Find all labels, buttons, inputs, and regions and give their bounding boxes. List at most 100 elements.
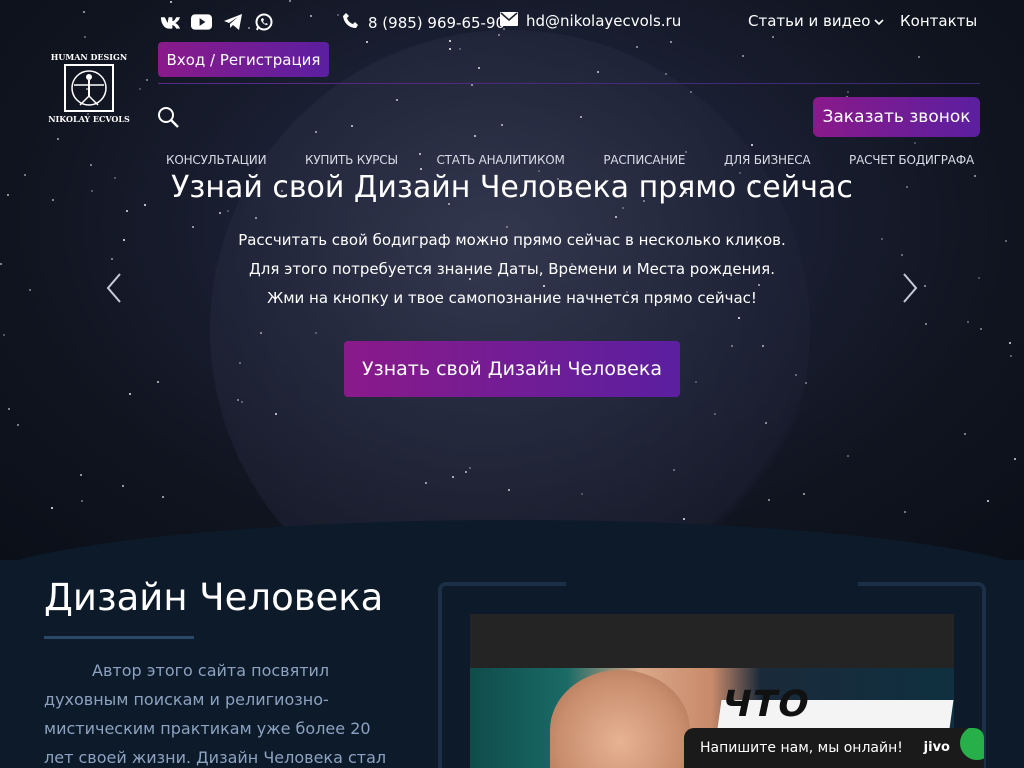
star xyxy=(227,210,229,212)
star xyxy=(795,374,797,376)
site-logo[interactable]: HUMAN DESIGN NIKOLAY ECVOLS xyxy=(48,52,130,132)
star xyxy=(465,471,467,473)
star xyxy=(51,507,53,509)
star xyxy=(762,345,764,347)
menu-contacts-label: Контакты xyxy=(900,12,978,30)
star xyxy=(683,518,685,520)
chevron-down-icon xyxy=(874,12,884,30)
chat-widget[interactable]: Напишите нам, мы онлайн! jivo xyxy=(684,728,984,768)
star xyxy=(967,321,969,323)
nav-item-become-analyst[interactable]: СТАТЬ АНАЛИТИКОМ xyxy=(437,153,565,167)
star xyxy=(768,499,770,501)
star xyxy=(275,413,277,415)
star xyxy=(498,34,500,36)
menu-articles[interactable]: Статьи и видео xyxy=(748,12,884,30)
star xyxy=(690,91,692,93)
star xyxy=(81,500,83,502)
header-divider xyxy=(158,83,980,84)
vk-icon[interactable] xyxy=(160,12,181,32)
menu-articles-label: Статьи и видео xyxy=(748,12,871,30)
phone-contact[interactable]: 8 (985) 969-65-90 xyxy=(342,12,505,34)
nav-item-bodygraph[interactable]: РАСЧЕТ БОДИГРАФА xyxy=(849,153,974,167)
star xyxy=(449,40,451,42)
star xyxy=(980,328,982,330)
star xyxy=(289,0,291,2)
star xyxy=(987,500,989,502)
star xyxy=(255,217,257,219)
jivo-logo: jivo xyxy=(923,740,950,755)
star xyxy=(501,124,503,126)
social-links xyxy=(160,12,274,32)
star xyxy=(122,485,124,487)
logo-top-text: HUMAN DESIGN xyxy=(50,52,128,62)
star xyxy=(665,73,667,75)
star xyxy=(219,212,221,214)
star xyxy=(260,332,262,334)
star xyxy=(597,71,599,73)
nav-item-for-business[interactable]: ДЛЯ БИЗНЕСА xyxy=(724,153,811,167)
star xyxy=(351,125,353,127)
frame-gap xyxy=(566,578,858,588)
star xyxy=(925,323,927,325)
star xyxy=(3,334,5,336)
star xyxy=(772,36,774,38)
star xyxy=(17,424,19,426)
about-text: Автор этого сайта посвятил духовным поис… xyxy=(44,661,387,767)
chat-label: Напишите нам, мы онлайн! xyxy=(700,740,903,756)
star xyxy=(129,393,131,395)
chat-status-icon xyxy=(960,728,984,760)
star xyxy=(90,164,92,166)
star xyxy=(162,496,164,498)
star xyxy=(469,467,471,469)
star xyxy=(622,207,624,209)
login-register-button[interactable]: Вход / Регистрация xyxy=(158,42,329,77)
nav-item-consultations[interactable]: КОНСУЛЬТАЦИИ xyxy=(166,153,267,167)
star xyxy=(239,362,241,364)
star xyxy=(1014,458,1016,460)
phone-number: 8 (985) 969-65-90 xyxy=(368,14,506,32)
star xyxy=(366,41,368,43)
star xyxy=(805,382,807,384)
star xyxy=(847,455,849,457)
order-call-button[interactable]: Заказать звонок xyxy=(813,97,980,137)
about-title: Дизайн Человека xyxy=(44,576,384,619)
main-nav: КОНСУЛЬТАЦИИ КУПИТЬ КУРСЫ СТАТЬ АНАЛИТИК… xyxy=(140,153,1000,167)
star xyxy=(57,138,59,140)
star xyxy=(80,474,82,476)
email-contact[interactable]: hd@nikolayecvols.ru xyxy=(500,12,681,30)
star xyxy=(904,511,906,513)
hero-line: Рассчитать свой бодиграф можно прямо сей… xyxy=(238,231,786,249)
star xyxy=(636,46,638,48)
phone-icon xyxy=(342,12,360,34)
nav-item-buy-courses[interactable]: КУПИТЬ КУРСЫ xyxy=(305,153,398,167)
slider-prev-icon[interactable] xyxy=(104,272,124,304)
slider-next-icon[interactable] xyxy=(900,272,920,304)
about-underline xyxy=(44,636,194,639)
star xyxy=(670,41,672,43)
star xyxy=(449,48,451,50)
menu-contacts[interactable]: Контакты xyxy=(900,12,977,30)
star xyxy=(337,14,339,16)
star xyxy=(84,36,86,38)
discover-design-button[interactable]: Узнать свой Дизайн Человека xyxy=(344,341,680,397)
star xyxy=(615,216,617,218)
telegram-icon[interactable] xyxy=(222,12,243,32)
star xyxy=(738,317,740,319)
search-icon[interactable] xyxy=(156,105,180,129)
star xyxy=(315,332,317,334)
youtube-icon[interactable] xyxy=(191,12,212,32)
star xyxy=(914,142,916,144)
whatsapp-icon[interactable] xyxy=(253,12,274,32)
star xyxy=(1010,355,1012,357)
star xyxy=(964,433,966,435)
star xyxy=(241,401,243,403)
hero-title: Узнай свой Дизайн Человека прямо сейчас xyxy=(171,170,853,205)
star xyxy=(157,381,159,383)
star xyxy=(459,48,461,50)
star xyxy=(396,99,398,101)
nav-item-schedule[interactable]: РАСПИСАНИЕ xyxy=(603,153,685,167)
star xyxy=(673,469,675,471)
email-address: hd@nikolayecvols.ru xyxy=(526,12,682,30)
star xyxy=(425,482,427,484)
logo-bottom-text: NIKOLAY ECVOLS xyxy=(48,114,130,124)
